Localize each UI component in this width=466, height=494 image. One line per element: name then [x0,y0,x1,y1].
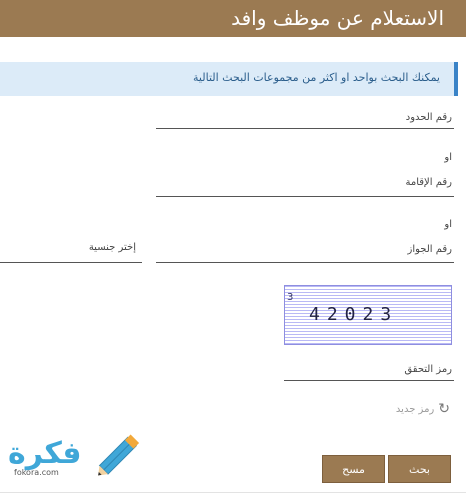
passport-number-underline [156,262,454,263]
search-button[interactable]: بحث [388,455,451,483]
border-number-field[interactable]: رقم الحدود [406,112,452,123]
footer-divider [0,492,466,493]
info-text: يمكنك البحث بواحد او اكثر من مجموعات الب… [193,71,440,84]
iqama-number-underline [156,196,454,197]
captcha-tiny-digit: 3 [287,292,294,303]
or-label-2: او [444,219,452,230]
info-banner: يمكنك البحث بواحد او اكثر من مجموعات الب… [0,62,458,96]
verification-code-underline [284,380,454,381]
page-header: الاستعلام عن موظف وافد [0,0,466,37]
refresh-icon: ↻ [438,401,450,417]
border-number-underline [156,128,454,129]
captcha-code: 42023 [309,304,399,325]
new-code-link[interactable]: ↻ رمز جديد [396,402,450,416]
page-title: الاستعلام عن موظف وافد [231,6,444,30]
logo-sub: fokora.com [14,468,59,477]
captcha-image: 3 42023 [284,285,452,345]
pencil-icon [98,434,140,476]
or-label-1: او [444,152,452,163]
iqama-number-field[interactable]: رقم الإقامة [406,177,452,188]
verification-code-field[interactable]: رمز التحقق [404,364,452,375]
logo-word: فكرة [8,436,82,471]
nationality-select[interactable]: إختر جنسية [89,242,136,253]
new-code-label: رمز جديد [395,403,435,415]
nationality-underline [0,262,142,263]
clear-button[interactable]: مسح [322,455,385,483]
fokora-logo: فكرة fokora.com [6,430,146,480]
passport-number-field[interactable]: رقم الجواز [408,244,453,255]
